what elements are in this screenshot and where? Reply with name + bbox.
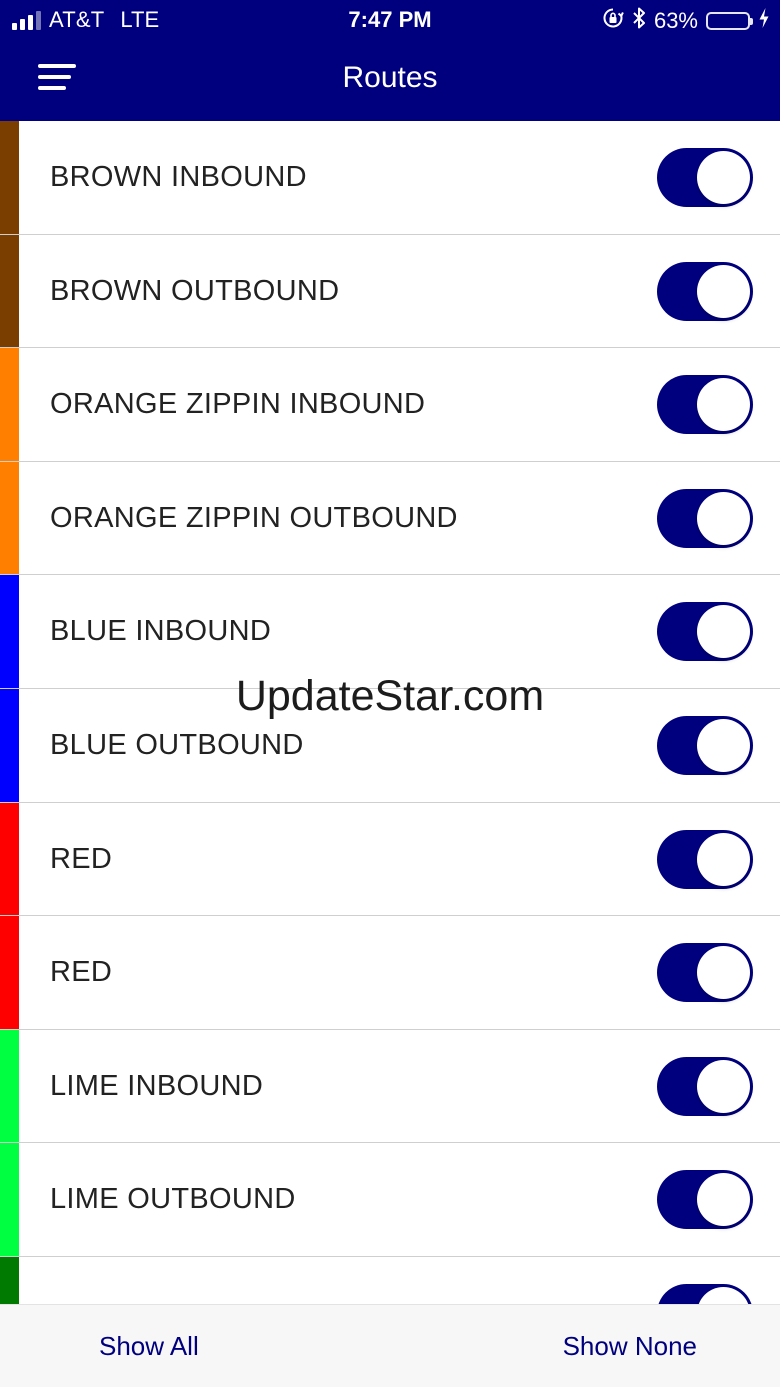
- route-row: RED: [0, 916, 780, 1030]
- route-row: BROWN INBOUND: [0, 121, 780, 235]
- route-list[interactable]: BROWN INBOUND BROWN OUTBOUND ORANGE ZIPPIN…: [0, 121, 780, 1304]
- toggle-knob: [697, 1059, 750, 1113]
- route-color-swatch: [0, 575, 19, 688]
- route-toggle[interactable]: [657, 602, 753, 662]
- route-color-swatch: [0, 688, 19, 802]
- route-toggle[interactable]: [657, 829, 753, 889]
- route-name: BLUE OUTBOUND: [50, 728, 304, 761]
- route-row: [0, 1256, 780, 1304]
- route-row: ORANGE ZIPPIN INBOUND: [0, 348, 780, 462]
- route-toggle[interactable]: [657, 375, 753, 435]
- toggle-knob: [697, 151, 750, 204]
- route-name: ORANGE ZIPPIN OUTBOUND: [50, 501, 458, 534]
- show-all-button[interactable]: Show All: [99, 1305, 199, 1387]
- toggle-knob: [697, 491, 750, 545]
- route-toggle[interactable]: [657, 1056, 753, 1116]
- toggle-knob: [697, 605, 750, 659]
- bottom-toolbar: Show All Show None: [0, 1304, 780, 1387]
- route-name: LIME INBOUND: [50, 1069, 264, 1102]
- route-toggle[interactable]: [657, 148, 753, 207]
- toggle-knob: [697, 718, 750, 772]
- route-toggle[interactable]: [657, 715, 753, 775]
- route-color-swatch: [0, 916, 19, 1029]
- page-title: Routes: [342, 61, 438, 94]
- route-color-swatch: [0, 802, 19, 916]
- route-row: RED: [0, 802, 780, 917]
- battery-icon: [706, 12, 753, 30]
- bluetooth-icon: [632, 6, 646, 36]
- route-toggle[interactable]: [657, 261, 753, 321]
- route-color-swatch: [0, 1029, 19, 1143]
- route-toggle[interactable]: [657, 488, 753, 548]
- route-toggle[interactable]: [657, 1170, 753, 1230]
- route-name: BROWN OUTBOUND: [50, 274, 340, 307]
- route-name: BROWN INBOUND: [50, 161, 307, 193]
- charging-bolt-icon: [758, 7, 770, 35]
- route-row: LIME OUTBOUND: [0, 1143, 780, 1257]
- route-name: LIME OUTBOUND: [50, 1183, 296, 1216]
- route-row: ORANGE ZIPPIN OUTBOUND: [0, 461, 780, 576]
- route-toggle[interactable]: [657, 943, 753, 1003]
- route-color-swatch: [0, 1256, 19, 1304]
- toggle-knob: [697, 946, 750, 1000]
- toggle-knob: [697, 1173, 750, 1227]
- route-name: BLUE INBOUND: [50, 615, 272, 648]
- show-none-button[interactable]: Show None: [563, 1305, 697, 1387]
- status-right: 63%: [602, 6, 770, 36]
- orientation-lock-icon: [602, 7, 624, 35]
- route-name: RED: [50, 956, 113, 989]
- toggle-knob: [697, 378, 750, 432]
- route-color-swatch: [0, 348, 19, 461]
- route-color-swatch: [0, 121, 19, 234]
- route-row: BLUE INBOUND: [0, 575, 780, 689]
- route-color-swatch: [0, 461, 19, 575]
- top-bar: AT&T LTE 7:47 PM 63% Routes: [0, 0, 780, 121]
- route-row: BLUE OUTBOUND: [0, 688, 780, 803]
- nav-bar: Routes: [0, 40, 780, 121]
- route-row: LIME INBOUND: [0, 1029, 780, 1144]
- route-color-swatch: [0, 1143, 19, 1256]
- toggle-knob: [697, 1286, 750, 1304]
- toggle-knob: [697, 832, 750, 886]
- route-toggle[interactable]: [657, 1283, 753, 1304]
- route-name: ORANGE ZIPPIN INBOUND: [50, 388, 426, 421]
- route-row: BROWN OUTBOUND: [0, 234, 780, 349]
- route-color-swatch: [0, 234, 19, 348]
- status-bar: AT&T LTE 7:47 PM 63%: [0, 0, 780, 40]
- route-name: RED: [50, 842, 113, 875]
- toggle-knob: [697, 264, 750, 318]
- battery-percent: 63%: [653, 8, 698, 33]
